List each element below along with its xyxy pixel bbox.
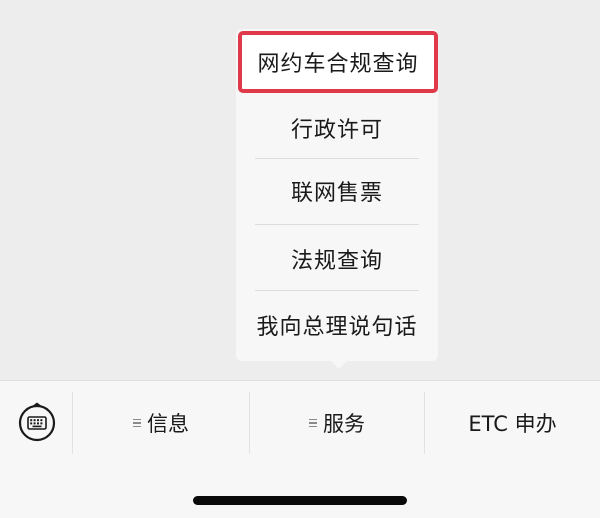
tab-label: 信息	[147, 412, 189, 436]
bar-top-border	[0, 380, 600, 381]
keyboard-toggle-button[interactable]	[17, 402, 57, 442]
popup-pointer-arrow	[328, 358, 350, 369]
menu-item-label: 行政许可	[290, 118, 383, 143]
menu-lines-icon	[133, 417, 141, 430]
tab-etc-application[interactable]: ETC 申办	[425, 392, 600, 454]
tab-services[interactable]: 服务	[250, 392, 424, 454]
tab-info[interactable]: 信息	[73, 392, 249, 454]
service-popup-menu: 网约车合规查询 行政许可 联网售票 法规查询 我向总理说句话	[236, 29, 438, 361]
menu-item-label: 我向总理说句话	[256, 315, 418, 340]
menu-item-regulation-query[interactable]: 法规查询	[236, 226, 438, 292]
tab-label: ETC 申办	[468, 412, 557, 436]
menu-item-message-to-premier[interactable]: 我向总理说句话	[236, 292, 438, 358]
menu-item-ride-hailing-compliance[interactable]: 网约车合规查询	[238, 31, 438, 93]
menu-lines-icon	[309, 417, 317, 430]
menu-divider	[255, 224, 419, 225]
tab-label: 服务	[323, 412, 365, 436]
menu-item-online-ticketing[interactable]: 联网售票	[236, 158, 438, 224]
menu-item-label: 法规查询	[290, 249, 383, 274]
service-menu-bar: 信息 服务 ETC 申办	[0, 380, 600, 518]
menu-item-administrative-license[interactable]: 行政许可	[236, 95, 438, 161]
keyboard-icon	[18, 402, 56, 442]
menu-divider	[255, 290, 419, 291]
home-indicator[interactable]	[193, 496, 407, 505]
menu-item-label: 联网售票	[290, 181, 383, 206]
menu-item-label: 网约车合规查询	[257, 52, 419, 77]
